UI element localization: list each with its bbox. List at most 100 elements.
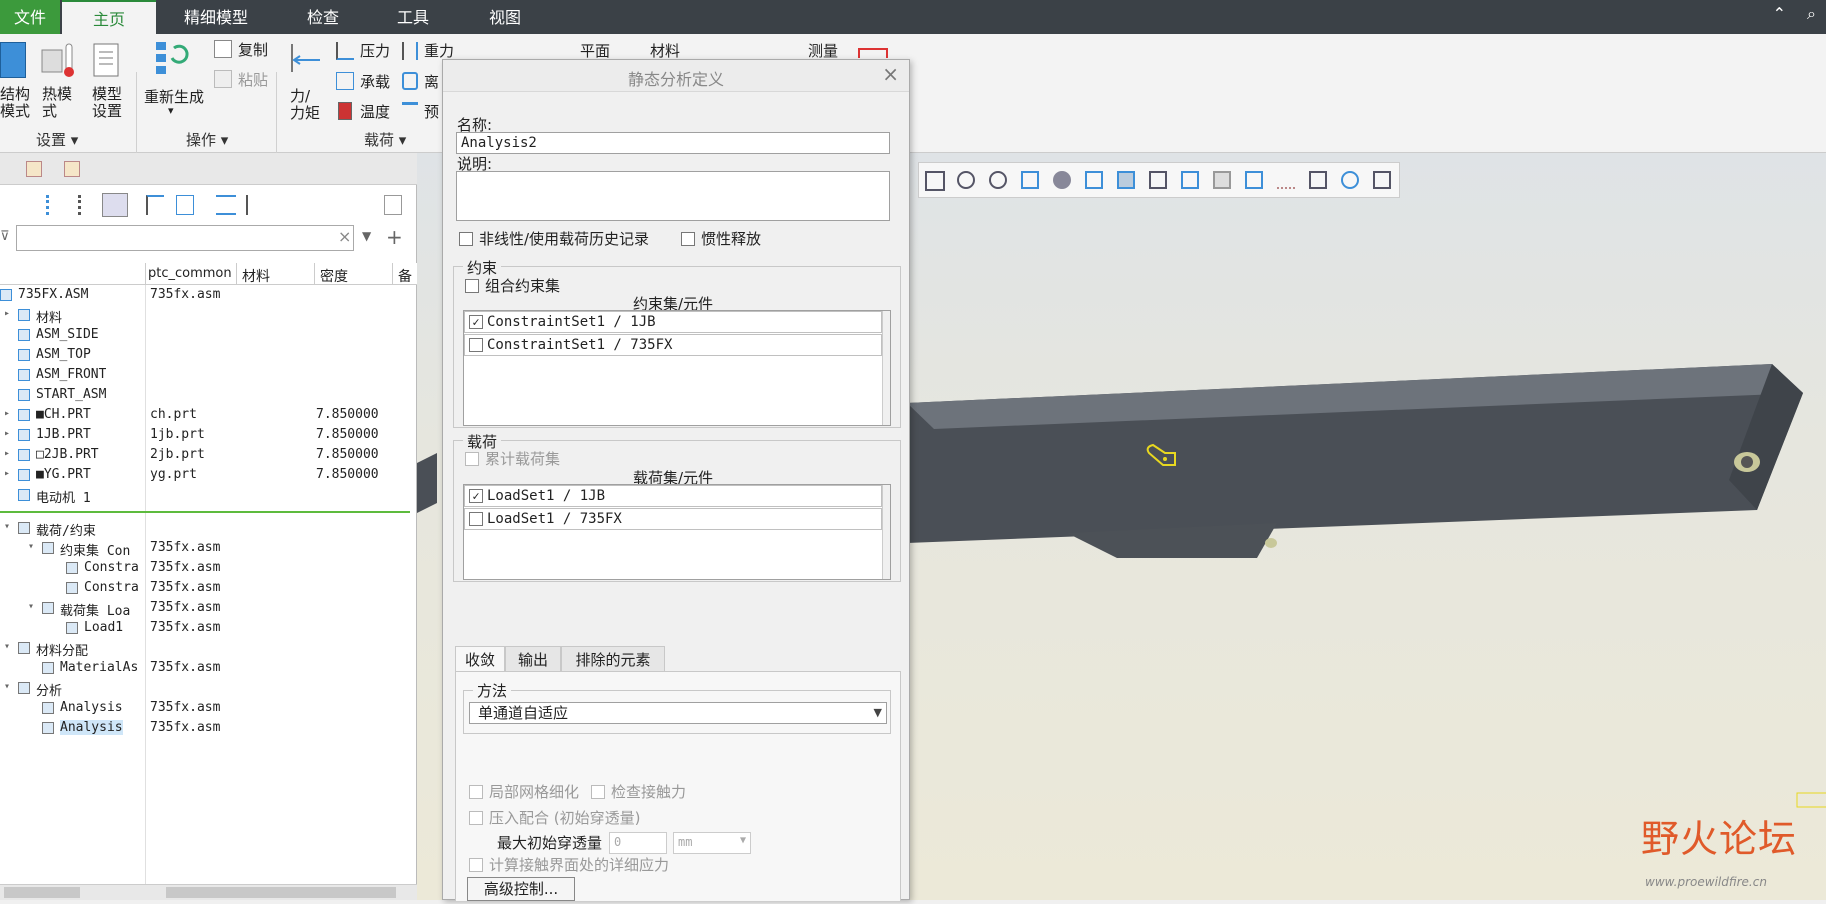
clear-icon[interactable]: ×: [338, 227, 351, 246]
named-views-icon[interactable]: [1085, 171, 1103, 189]
column-ptc-common[interactable]: ptc_common: [148, 266, 232, 281]
nonlinear-checkbox[interactable]: [459, 232, 473, 246]
group-loads[interactable]: 载荷 ▾: [364, 129, 406, 150]
thermal-mode-icon[interactable]: [40, 42, 76, 78]
collapse-ribbon-icon[interactable]: ⌃: [1773, 4, 1786, 23]
preload-label[interactable]: 预: [424, 101, 439, 122]
tree-row[interactable]: ▾ 分析: [0, 679, 417, 699]
tree-settings-icon[interactable]: [176, 195, 194, 215]
tree-row[interactable]: ASM_SIDE: [0, 326, 417, 346]
datum-display-icon[interactable]: [1245, 171, 1263, 189]
tree-row[interactable]: Analysis 735fx.asm: [0, 699, 417, 719]
group-setup[interactable]: 设置 ▾: [36, 129, 78, 150]
constraint-list-scrollbar[interactable]: [882, 311, 890, 425]
expand-icon[interactable]: ▾: [28, 601, 34, 612]
tree-row[interactable]: ASM_FRONT: [0, 366, 417, 386]
gravity-label[interactable]: 重力: [424, 40, 454, 61]
constraint-row-1-checkbox[interactable]: ✓: [469, 315, 483, 329]
view-manager-icon[interactable]: [1149, 171, 1167, 189]
temperature-icon[interactable]: [338, 102, 352, 120]
tab-view[interactable]: 视图: [472, 0, 538, 34]
layers-icon[interactable]: [216, 195, 236, 215]
plane-label[interactable]: 平面: [580, 40, 610, 61]
thermal-mode-label[interactable]: 热模 式: [42, 86, 72, 120]
tree-filter-icon[interactable]: [146, 195, 164, 215]
description-field[interactable]: [456, 171, 890, 221]
expand-icon[interactable]: ▸: [4, 428, 10, 439]
expand-icon[interactable]: ▸: [4, 448, 10, 459]
section-icon[interactable]: [1213, 171, 1231, 189]
zoom-out-icon[interactable]: [989, 171, 1007, 189]
expand-icon[interactable]: ▸: [4, 468, 10, 479]
gravity-icon[interactable]: [402, 42, 418, 60]
tree-row[interactable]: Analysis 735fx.asm: [0, 719, 417, 739]
horizontal-scrollbar[interactable]: [0, 884, 417, 900]
tree-row[interactable]: Constra 735fx.asm: [0, 579, 417, 599]
combine-constraints-checkbox[interactable]: [465, 279, 479, 293]
folder-icon[interactable]: [64, 161, 80, 177]
tab-tools[interactable]: 工具: [380, 0, 446, 34]
list-icon[interactable]: [46, 195, 62, 215]
method-select[interactable]: 单通道自适应 ▼: [469, 702, 887, 724]
centrifugal-label[interactable]: 离: [424, 71, 439, 92]
display-style-icon[interactable]: [1117, 171, 1135, 189]
column-notes[interactable]: 备: [398, 266, 412, 286]
constraint-row-2-checkbox[interactable]: [469, 338, 483, 352]
pressure-label[interactable]: 压力: [360, 40, 390, 61]
tree-row[interactable]: ▾ 材料分配: [0, 639, 417, 659]
tree-row[interactable]: Load1 735fx.asm: [0, 619, 417, 639]
bearing-icon[interactable]: [336, 72, 354, 90]
inertia-relief-checkbox[interactable]: [681, 232, 695, 246]
refit-icon[interactable]: [925, 171, 945, 191]
expand-icon[interactable]: ▸: [4, 308, 10, 319]
expand-icon[interactable]: ▾: [4, 521, 10, 532]
tree-row[interactable]: ▸ ■CH.PRT ch.prt 7.850000: [0, 406, 417, 426]
annotation-display-icon[interactable]: [1373, 171, 1391, 189]
chevron-down-icon[interactable]: ▼: [362, 229, 371, 243]
tab-excluded-elements[interactable]: 排除的元素: [561, 646, 665, 672]
close-icon[interactable]: ×: [882, 62, 899, 86]
chevron-down-icon[interactable]: ▾: [168, 104, 174, 117]
structure-mode-label[interactable]: 结构 模式: [0, 86, 30, 120]
model-setup-label[interactable]: 模型 设置: [92, 86, 122, 120]
zoom-in-icon[interactable]: [957, 171, 975, 189]
advanced-control-button[interactable]: 高级控制...: [467, 877, 575, 901]
temperature-label[interactable]: 温度: [360, 101, 390, 122]
dots-icon[interactable]: [78, 195, 90, 215]
notes-icon[interactable]: [384, 195, 402, 215]
tree-row[interactable]: Constra 735fx.asm: [0, 559, 417, 579]
tree-row[interactable]: START_ASM: [0, 386, 417, 406]
measure-label[interactable]: 测量: [808, 40, 838, 61]
centrifugal-icon[interactable]: [402, 72, 418, 90]
tree-row[interactable]: ▾ 约束集 Con 735fx.asm: [0, 539, 417, 559]
constraint-row-2[interactable]: ConstraintSet1 / 735FX: [464, 334, 882, 356]
copy-label[interactable]: 复制: [238, 39, 268, 60]
funnel-icon[interactable]: ⊽: [0, 229, 12, 245]
perspective-icon[interactable]: [1181, 171, 1199, 189]
pressure-icon[interactable]: [336, 42, 354, 60]
tree-row[interactable]: ▸ □2JB.PRT 2jb.prt 7.850000: [0, 446, 417, 466]
tree-row[interactable]: ▾ 载荷集 Loa 735fx.asm: [0, 599, 417, 619]
tree-row[interactable]: MaterialAs 735fx.asm: [0, 659, 417, 679]
tab-inspect[interactable]: 检查: [290, 0, 356, 34]
constraint-row-1[interactable]: ✓ ConstraintSet1 / 1JB: [464, 311, 882, 333]
expand-icon[interactable]: ▸: [4, 408, 10, 419]
show-icon[interactable]: [246, 195, 264, 215]
group-operations[interactable]: 操作 ▾: [186, 129, 228, 150]
structure-mode-icon[interactable]: [0, 42, 26, 78]
columns-icon[interactable]: [102, 193, 128, 217]
load-row-2-checkbox[interactable]: [469, 512, 483, 526]
copy-icon[interactable]: [214, 40, 232, 58]
regenerate-icon[interactable]: [150, 38, 190, 78]
chevron-down-icon[interactable]: ▼: [874, 703, 882, 723]
tab-convergence[interactable]: 收敛: [455, 646, 505, 672]
tree-row[interactable]: ▸ 材料: [0, 306, 417, 326]
regenerate-label[interactable]: 重新生成: [144, 86, 204, 107]
material-label[interactable]: 材料: [650, 40, 680, 61]
tab-output[interactable]: 输出: [505, 646, 561, 672]
bearing-label[interactable]: 承载: [360, 71, 390, 92]
tree-row[interactable]: ASM_TOP: [0, 346, 417, 366]
expand-icon[interactable]: ▾: [4, 681, 10, 692]
add-icon[interactable]: +: [386, 225, 403, 249]
load-row-1[interactable]: ✓ LoadSet1 / 1JB: [464, 485, 882, 507]
